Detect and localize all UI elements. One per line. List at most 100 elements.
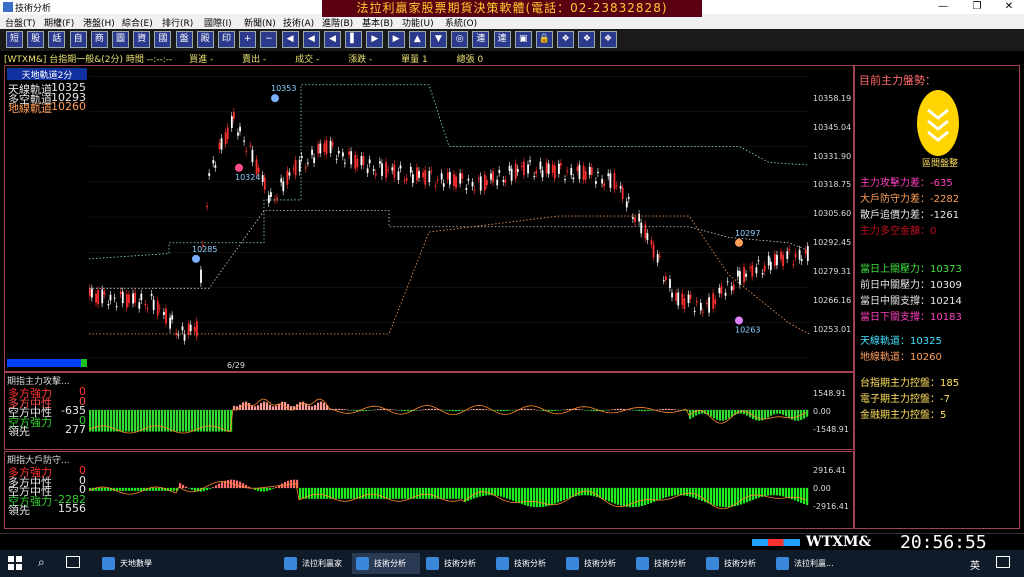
attack-legend-row: 領先 277 — [8, 423, 88, 438]
indicator-bar — [101, 488, 104, 491]
candle-body — [280, 178, 283, 183]
indicator-bar — [770, 488, 773, 496]
signal-marker-icon[interactable] — [735, 238, 743, 247]
status-bar: WTXM& 20:56:55 — [0, 532, 1024, 553]
minimize-button[interactable]: — — [928, 0, 958, 14]
indicator-bar — [806, 488, 809, 505]
price-chart-canvas[interactable]: 10353 10324 10285 10297 10263 — [89, 66, 809, 371]
toolbar-button-6[interactable]: 資 — [133, 31, 151, 48]
menu-item-10[interactable]: 功能(U) — [402, 16, 434, 29]
maximize-button[interactable]: ❐ — [962, 0, 992, 14]
menu-item-0[interactable]: 台盤(T) — [5, 16, 36, 29]
start-icon[interactable] — [8, 556, 22, 570]
signal-marker-icon[interactable] — [271, 94, 279, 103]
menu-item-4[interactable]: 排行(R) — [162, 16, 193, 29]
menu-item-2[interactable]: 港盤(H) — [83, 16, 115, 29]
signal-marker-icon[interactable] — [192, 254, 200, 263]
search-icon[interactable]: ⌕ — [38, 555, 45, 570]
toolbar-button-1[interactable]: 股 — [27, 31, 45, 48]
toolbar-button-8[interactable]: 盤 — [175, 31, 193, 48]
candle-body — [693, 310, 696, 312]
toolbar-button-14[interactable]: ◀ — [302, 31, 320, 48]
menu-item-11[interactable]: 系統(O) — [445, 16, 477, 29]
candle-body — [288, 172, 291, 176]
taskbar-item[interactable]: 技術分析 — [632, 553, 700, 574]
taskbar-item[interactable]: 技術分析 — [492, 553, 560, 574]
toolbar-button-13[interactable]: ◀ — [281, 31, 299, 48]
toolbar-button-22[interactable]: 連 — [472, 31, 490, 48]
attack-indicator-canvas[interactable] — [89, 373, 809, 449]
toolbar-button-10[interactable]: 印 — [218, 31, 235, 48]
signal-marker-icon[interactable] — [235, 163, 243, 172]
taskbar-item-label: 天地數學 — [120, 559, 152, 568]
symbol-name: 台指期一般&(2分) 時間 --:--:-- — [49, 55, 173, 65]
candle-body — [307, 162, 309, 164]
indicator-bar — [755, 488, 758, 499]
main-legend-value: 10260 — [51, 100, 86, 114]
toolbar-button-2[interactable]: 話 — [48, 31, 66, 48]
menu-item-1[interactable]: 期權(F) — [44, 16, 74, 29]
defense-indicator-canvas[interactable] — [89, 452, 809, 528]
notification-icon[interactable] — [996, 556, 1010, 568]
toolbar-button-0[interactable]: 短 — [6, 31, 23, 48]
toolbar-button-4[interactable]: 商 — [90, 31, 108, 48]
task-view-icon[interactable] — [66, 556, 80, 568]
toolbar-button-20[interactable]: ▼ — [430, 31, 447, 48]
indicator-bar — [314, 488, 317, 499]
candle-body — [342, 152, 344, 157]
taskbar-item[interactable]: 技術分析 — [562, 553, 630, 574]
toolbar-button-19[interactable]: ▲ — [408, 31, 426, 48]
toolbar-button-3[interactable]: 自 — [69, 31, 87, 48]
toolbar-button-27[interactable]: ❖ — [578, 31, 596, 48]
toolbar-button-15[interactable]: ◀ — [324, 31, 341, 48]
candle-body — [467, 178, 470, 181]
indicator-bar — [611, 488, 614, 503]
toolbar-button-11[interactable]: + — [239, 31, 257, 48]
attack-indicator-panel[interactable]: 期指主力攻擊... 多方強力 0 多方中性 0 空方中性 -635 空方強力 0 領先 277 1… — [4, 372, 854, 450]
menu-item-9[interactable]: 基本(B) — [362, 16, 393, 29]
indicator-bar — [398, 410, 401, 411]
toolbar-button-9[interactable]: 殿 — [196, 31, 214, 48]
candle-body — [446, 172, 449, 180]
menu-item-6[interactable]: 新聞(N) — [244, 16, 276, 29]
menu-item-5[interactable]: 國際(I) — [204, 16, 232, 29]
taskbar-item[interactable]: 技術分析 — [352, 553, 420, 574]
defense-indicator-panel[interactable]: 期指大戶防守... 多方強力 0 多方中性 0 空方中性 0 空方強力 -2282 領先 1556… — [4, 451, 854, 529]
menu-item-7[interactable]: 技術(A) — [283, 16, 314, 29]
toolbar-button-16[interactable]: ▌ — [345, 31, 363, 48]
toolbar-button-5[interactable]: 圖 — [112, 31, 129, 48]
scroll-thumb[interactable] — [81, 359, 87, 367]
toolbar-button-28[interactable]: ❖ — [599, 31, 617, 48]
indicator-bar — [182, 410, 185, 432]
close-button[interactable]: ✕ — [994, 0, 1024, 14]
taskbar-item[interactable]: 法拉利贏家 — [280, 553, 348, 574]
toolbar-button-21[interactable]: ◎ — [451, 31, 469, 48]
toolbar-button-24[interactable]: ▣ — [514, 31, 532, 48]
taskbar-item[interactable]: 天地數學 — [98, 553, 166, 574]
main-chart-panel[interactable]: 天地軌道2分 天線軌道 10325 多空軌道 10293 地線軌道 10260 10353… — [4, 65, 854, 372]
candle-body — [558, 163, 560, 174]
menu-item-3[interactable]: 綜合(E) — [122, 16, 153, 29]
toolbar-button-12[interactable]: − — [260, 31, 278, 48]
ime-indicator[interactable]: 英 — [970, 557, 980, 572]
candle-body — [305, 167, 307, 169]
stat-value: 185 — [940, 378, 960, 389]
menu-item-8[interactable]: 進階(B) — [322, 16, 353, 29]
candle-body — [479, 176, 482, 191]
taskbar-item-label: 技術分析 — [514, 559, 546, 568]
attack-legend-value: 277 — [65, 423, 86, 437]
toolbar-button-17[interactable]: ▶ — [366, 31, 384, 48]
toolbar-button-18[interactable]: ▶ — [387, 31, 405, 48]
scroll-track[interactable] — [7, 359, 83, 367]
taskbar-item[interactable]: 法拉利贏... — [772, 553, 840, 574]
indicator-bar — [446, 488, 449, 499]
toolbar-button-23[interactable]: 連 — [493, 31, 511, 48]
indicator-bar — [275, 405, 278, 410]
toolbar-button-26[interactable]: ❖ — [557, 31, 575, 48]
taskbar-item[interactable]: 技術分析 — [422, 553, 490, 574]
taskbar-item[interactable]: 技術分析 — [702, 553, 770, 574]
candle-body — [169, 317, 172, 329]
toolbar-button-25[interactable]: 🔒 — [536, 31, 553, 48]
signal-marker-icon[interactable] — [735, 316, 743, 325]
toolbar-button-7[interactable]: 國 — [154, 31, 172, 48]
